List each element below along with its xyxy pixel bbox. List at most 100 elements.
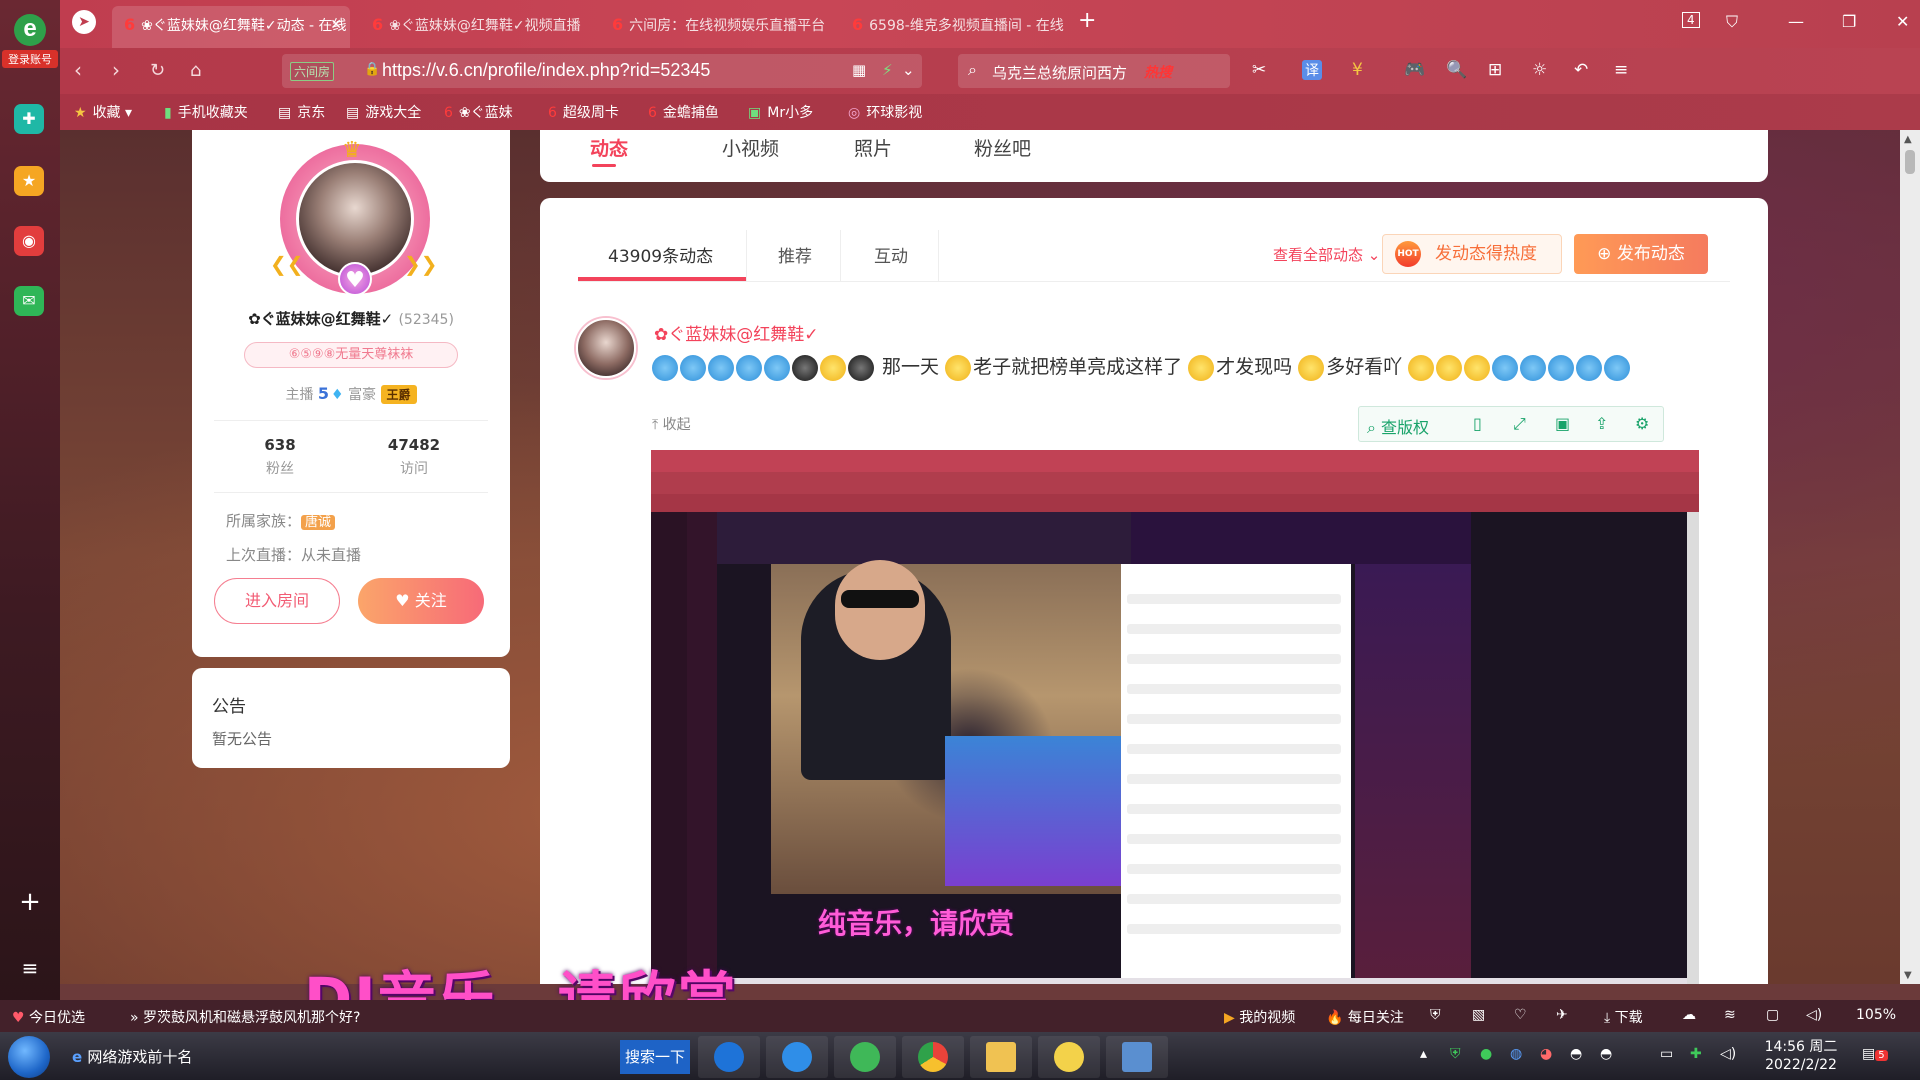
gamepad-icon[interactable]: 🎮 — [1404, 60, 1425, 80]
login-area[interactable]: e 登录账号 — [2, 14, 58, 72]
apps-grid-icon[interactable]: ⊞ — [1488, 60, 1502, 80]
scroll-down-icon[interactable]: ▼ — [1904, 970, 1912, 981]
menu-icon[interactable]: ≡ — [16, 956, 44, 980]
navigation-icon[interactable]: ➤ — [72, 10, 96, 34]
forward-icon[interactable]: › — [112, 58, 120, 82]
bookmark-fishing[interactable]: 6 金蟾捕鱼 — [648, 102, 719, 122]
monitor-tray-icon[interactable]: ▭ — [1660, 1046, 1673, 1062]
search-query[interactable]: 乌克兰总统原问西方 — [992, 62, 1127, 83]
shield-tray-icon[interactable]: ⛨ — [1450, 1046, 1461, 1062]
family-badge[interactable]: 唐诚 — [301, 515, 336, 530]
tray-expand-icon[interactable]: ▴ — [1420, 1046, 1427, 1062]
new-tab-icon[interactable]: + — [1078, 8, 1096, 33]
system-clock[interactable]: 14:56 周二 2022/2/22 — [1756, 1038, 1846, 1074]
tab-6cn-home[interactable]: 6 六间房：在线视频娱乐直播平台 — [600, 6, 832, 48]
tab-all-dynamics[interactable]: 43909条动态 — [608, 242, 713, 267]
star-icon[interactable]: ★ — [14, 166, 44, 196]
close-tab-icon[interactable]: ✕ — [330, 6, 342, 44]
taskbar-app-qq[interactable] — [1038, 1036, 1100, 1078]
hot-dynamic-button[interactable]: HOT 发动态得热度 — [1382, 234, 1562, 274]
volume-icon[interactable]: ◁) — [1720, 1046, 1736, 1062]
bookmark-icon[interactable]: ▯ — [1473, 414, 1482, 433]
post-author-avatar[interactable] — [576, 318, 636, 378]
heart-outline-icon[interactable]: ♡ — [1514, 1007, 1527, 1023]
speaker-icon[interactable]: ◁) — [1806, 1007, 1822, 1023]
share-icon[interactable]: ⇪ — [1595, 414, 1608, 433]
daily-pick[interactable]: ♥ 今日优选 — [12, 1007, 85, 1027]
daily-follow-button[interactable]: 🔥 每日关注 — [1326, 1007, 1404, 1027]
scroll-thumb[interactable] — [1905, 150, 1915, 174]
my-video-button[interactable]: ▶ 我的视频 — [1224, 1007, 1295, 1027]
undo-icon[interactable]: ↶ — [1574, 60, 1588, 80]
settings-icon[interactable]: ⚙ — [1635, 414, 1649, 433]
plus-tray-icon[interactable]: ✚ — [1690, 1046, 1702, 1062]
enter-room-button[interactable]: 进入房间 — [214, 578, 340, 624]
add-icon[interactable]: + — [16, 888, 44, 916]
post-image[interactable] — [651, 450, 1699, 984]
qq-tray-icon[interactable]: ◓ — [1570, 1046, 1582, 1062]
qr-icon[interactable]: ▦ — [852, 61, 866, 79]
window-icon[interactable]: ▢ — [1766, 1007, 1779, 1023]
page-scrollbar[interactable]: ▲ ▼ — [1900, 130, 1920, 984]
mail-icon[interactable]: ✉ — [14, 286, 44, 316]
taskbar-app-chrome[interactable] — [902, 1036, 964, 1078]
reload-icon[interactable]: ↻ — [150, 60, 165, 81]
expand-icon[interactable]: ⤢ — [1513, 414, 1526, 434]
ie-search-task[interactable]: e 网络游戏前十名 — [72, 1046, 192, 1067]
tab-room-6598[interactable]: 6 6598-维克多视频直播间 - 在线 — [840, 6, 1072, 48]
taskbar-app-folder[interactable] — [970, 1036, 1032, 1078]
save-icon[interactable]: ▣ — [1555, 414, 1570, 433]
magnifier-icon[interactable]: 🔍 — [1446, 60, 1467, 80]
menu-icon[interactable]: ≡ — [1614, 60, 1628, 80]
qq-tray-icon[interactable]: ◓ — [1600, 1046, 1612, 1062]
tools-icon[interactable]: ✈ — [1556, 1007, 1568, 1023]
bookmark-jd[interactable]: ▤ 京东 — [278, 102, 325, 122]
scroll-up-icon[interactable]: ▲ — [1904, 134, 1912, 145]
tab-photos[interactable]: 照片 — [854, 134, 892, 161]
bookmark-blue-sister[interactable]: 6 ❀ぐ蓝妹 — [444, 102, 513, 122]
news-headline[interactable]: » 罗茨鼓风机和磁悬浮鼓风机那个好? — [130, 1007, 360, 1027]
taskbar-app-picture[interactable] — [1106, 1036, 1168, 1078]
zoom-level[interactable]: 105% — [1856, 1007, 1896, 1023]
bookmark-global-film[interactable]: ◎ 环球影视 — [848, 102, 922, 122]
taskbar-app-360[interactable] — [834, 1036, 896, 1078]
network-tray-icon[interactable]: ◍ — [1510, 1046, 1522, 1062]
circle-tray-icon[interactable]: ● — [1480, 1046, 1492, 1062]
lightning-icon[interactable]: ⚡ — [882, 61, 893, 79]
avatar[interactable] — [296, 160, 414, 278]
copyright-check-button[interactable]: ⌕ 查版权 — [1367, 414, 1429, 438]
post-author-name[interactable]: ✿ぐ蓝妹妹@红舞鞋✓ — [654, 320, 819, 345]
image-icon[interactable]: ▧ — [1472, 1007, 1485, 1023]
follow-button[interactable]: ♥ 关注 — [358, 578, 484, 624]
taskbar-app-k[interactable] — [698, 1036, 760, 1078]
cloud-icon[interactable]: ☁ — [1682, 1007, 1696, 1023]
url-text[interactable]: https://v.6.cn/profile/index.php?rid=523… — [382, 60, 710, 81]
bookmark-games[interactable]: ▤ 游戏大全 — [346, 102, 421, 122]
start-button[interactable] — [8, 1036, 50, 1078]
tab-count[interactable]: 4 — [1682, 12, 1700, 28]
close-window-icon[interactable]: ✕ — [1896, 12, 1909, 31]
tab-interact[interactable]: 互动 — [874, 242, 908, 267]
back-icon[interactable]: ‹ — [74, 58, 82, 82]
tab-profile-dynamic[interactable]: 6 ❀ぐ蓝妹妹@红舞鞋✓动态 - 在线 ✕ — [112, 6, 350, 48]
tab-fan-club[interactable]: 粉丝吧 — [974, 134, 1031, 161]
fans-stat[interactable]: 638 粉丝 — [220, 436, 340, 478]
weibo-icon[interactable]: ◉ — [14, 226, 44, 256]
collapse-link[interactable]: ⤒ 收起 — [652, 414, 691, 434]
app-tray-icon[interactable]: ◕ — [1540, 1046, 1552, 1062]
home-icon[interactable]: ⌂ — [190, 60, 201, 81]
search-box[interactable]: ⌕ 乌克兰总统原问西方 热搜 — [958, 54, 1230, 88]
translate-icon[interactable]: 译 — [1302, 60, 1322, 80]
scissors-icon[interactable]: ✂ — [1252, 60, 1266, 80]
tab-short-video[interactable]: 小视频 — [722, 134, 779, 161]
publish-dynamic-button[interactable]: ⊕ 发布动态 — [1574, 234, 1708, 274]
bookmark-favorites[interactable]: ★ 收藏 ▾ — [74, 102, 132, 122]
bookmark-mr-xiaoduo[interactable]: ▣ Mr小多 — [748, 102, 813, 122]
tab-dynamic[interactable]: 动态 — [590, 134, 628, 161]
taskbar-search-button[interactable]: 搜索一下 — [620, 1040, 690, 1074]
shield-icon[interactable]: ⛨ — [1430, 1007, 1441, 1023]
tab-recommend[interactable]: 推荐 — [778, 242, 812, 267]
bookmark-super-card[interactable]: 6 超级周卡 — [548, 102, 619, 122]
chevron-down-icon[interactable]: ⌄ — [902, 61, 915, 79]
minimize-icon[interactable]: — — [1788, 12, 1804, 31]
